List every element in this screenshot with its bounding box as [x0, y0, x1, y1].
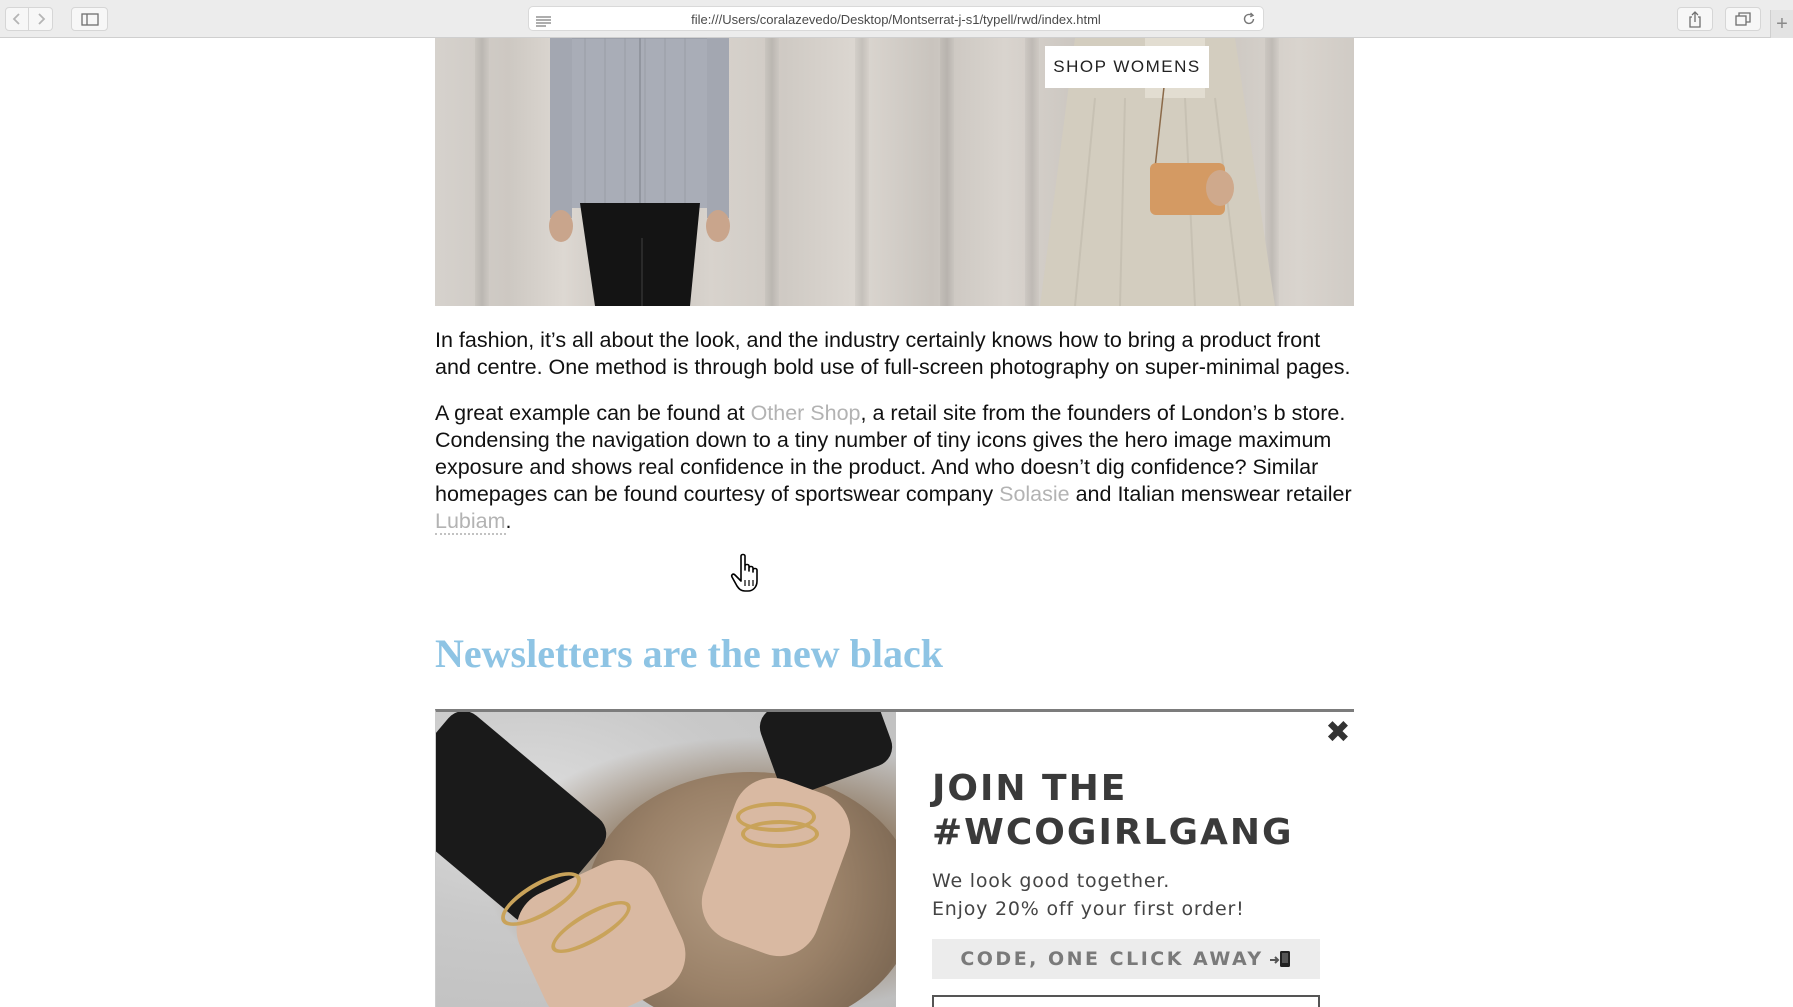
curtain-fold	[940, 38, 954, 306]
show-tabs-button[interactable]	[1725, 7, 1761, 31]
newsletter-popup: ✖ JOIN THE #WCOGIRLGANG We look good tog…	[435, 709, 1354, 1007]
model-man-figure	[549, 38, 730, 306]
plus-icon: +	[1776, 12, 1788, 35]
paragraph-text: A great example can be found at	[435, 401, 751, 425]
popup-subtitle-line: Enjoy 20% off your first order!	[932, 898, 1245, 920]
chevron-left-icon	[12, 13, 20, 25]
curtain-fold	[475, 38, 489, 306]
article-body: In fashion, it’s all about the look, and…	[435, 327, 1355, 554]
reload-icon[interactable]	[1242, 12, 1256, 31]
popup-photo	[436, 712, 896, 1007]
solasie-link[interactable]: Solasie	[999, 482, 1070, 506]
popup-title-line: #WCOGIRLGANG	[932, 812, 1294, 853]
sidebar-toggle-button[interactable]	[71, 7, 108, 31]
forward-button[interactable]	[29, 7, 53, 31]
share-icon	[1689, 10, 1701, 28]
code-button-label: CODE, ONE CLICK AWAY	[960, 948, 1264, 970]
article-paragraph-2: A great example can be found at Other Sh…	[435, 400, 1355, 535]
chevron-right-icon	[37, 13, 45, 25]
bracelet	[741, 820, 819, 848]
popup-subtitle: We look good together. Enjoy 20% off you…	[932, 867, 1332, 923]
other-shop-link[interactable]: Other Shop	[751, 401, 861, 425]
share-button[interactable]	[1677, 7, 1713, 31]
curtain-fold	[855, 38, 869, 306]
phone-icon	[1269, 949, 1292, 969]
article-paragraph-1: In fashion, it’s all about the look, and…	[435, 328, 1351, 379]
tabs-icon	[1735, 12, 1751, 26]
back-button[interactable]	[5, 7, 29, 31]
email-field[interactable]	[932, 995, 1320, 1007]
get-code-button[interactable]: CODE, ONE CLICK AWAY	[932, 939, 1320, 979]
section-heading: Newsletters are the new black	[435, 631, 944, 676]
paragraph-text: .	[505, 509, 512, 533]
hero-image: SHOP WOMENS	[435, 38, 1354, 306]
browser-toolbar: file:///Users/coralazevedo/Desktop/Monts…	[0, 0, 1793, 38]
close-icon[interactable]: ✖	[1323, 718, 1353, 748]
sidebar-icon	[80, 12, 99, 26]
popup-title-line: JOIN THE	[932, 768, 1128, 809]
shop-womens-button[interactable]: SHOP WOMENS	[1045, 46, 1209, 88]
popup-subtitle-line: We look good together.	[932, 870, 1171, 892]
address-url[interactable]: file:///Users/coralazevedo/Desktop/Monts…	[529, 12, 1263, 27]
nav-buttons	[5, 7, 53, 31]
hand-cursor-icon	[730, 553, 758, 592]
address-bar[interactable]: file:///Users/coralazevedo/Desktop/Monts…	[528, 6, 1264, 31]
new-tab-button[interactable]: +	[1770, 10, 1793, 38]
lubiam-link[interactable]: Lubiam	[435, 509, 506, 535]
paragraph-text: and Italian menswear retailer	[1069, 482, 1352, 506]
curtain-fold	[765, 38, 779, 306]
popup-title: JOIN THE #WCOGIRLGANG	[932, 767, 1332, 855]
